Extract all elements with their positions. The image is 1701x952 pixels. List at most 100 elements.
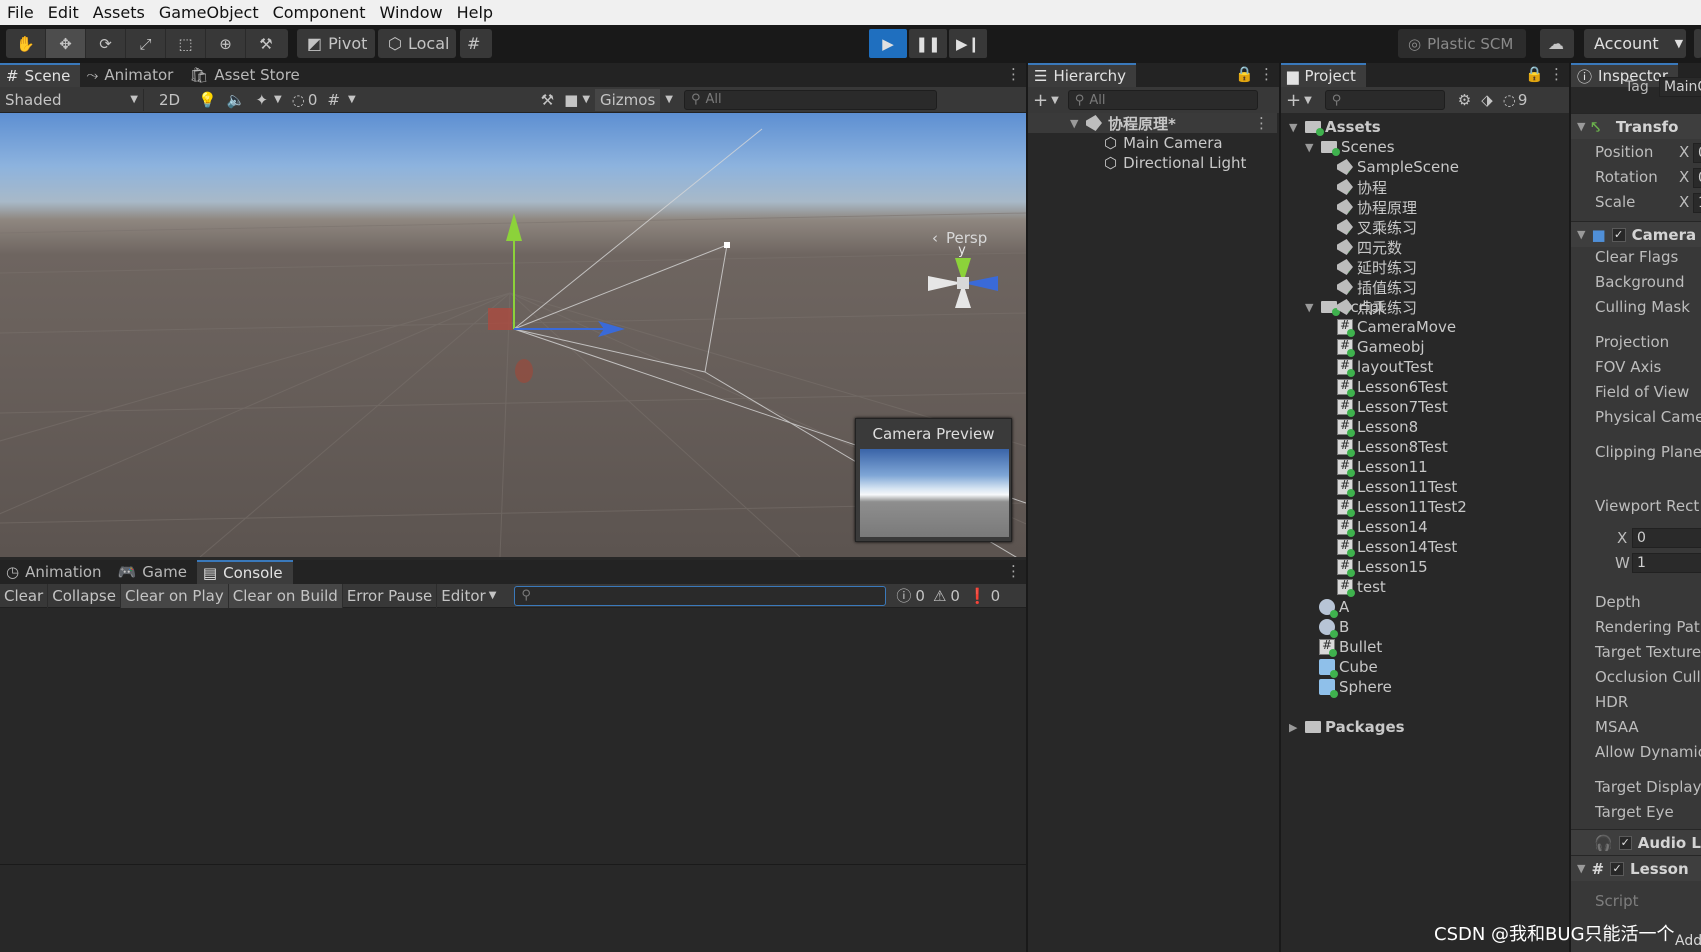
root-asset-item[interactable]: Sphere [1319, 677, 1392, 698]
scenes-folder-row[interactable]: ▼ Scenes [1305, 137, 1395, 157]
clear-on-play-button[interactable]: Clear on Play [120, 583, 229, 608]
tab-animator[interactable]: ⤳ Animator [80, 63, 183, 87]
scene-menu-icon[interactable]: ⋮ [1254, 114, 1269, 132]
scene-asset-item[interactable]: 插值练习 [1337, 277, 1417, 297]
lesson-script-header[interactable]: ▼ # ✓ Lesson [1571, 855, 1701, 881]
warning-filter-toggle[interactable]: ⚠ 0 [929, 584, 964, 608]
tag-dropdown[interactable]: MainC [1659, 77, 1701, 97]
layout-dropdown[interactable] [1694, 29, 1701, 58]
camera-settings[interactable]: ■ ▼ [559, 89, 595, 111]
tab-hierarchy[interactable]: ☰ Hierarchy [1028, 63, 1136, 87]
editor-dropdown[interactable]: Editor ▼ [437, 584, 500, 608]
scene-asset-item[interactable]: 叉乘练习 [1337, 217, 1417, 237]
frustum-handle[interactable] [724, 242, 730, 248]
script-asset-item[interactable]: layoutTest [1337, 357, 1433, 377]
script-asset-item[interactable]: Lesson8Test [1337, 437, 1448, 457]
viewport-x-field[interactable]: 0 [1632, 528, 1701, 548]
expand-arrow-icon[interactable]: ▼ [1289, 121, 1301, 134]
rotate-tool-button[interactable]: ⟳ [86, 29, 126, 58]
script-asset-item[interactable]: Lesson15 [1337, 557, 1428, 577]
transform-tool-button[interactable]: ⊕ [206, 29, 246, 58]
expand-arrow-icon[interactable]: ▶ [1289, 721, 1301, 734]
tab-console[interactable]: ▤ Console [196, 560, 293, 584]
hierarchy-scene-row[interactable]: ▼ 协程原理* ⋮ [1028, 113, 1277, 133]
effects-toggle[interactable]: ✦ ▼ [250, 89, 286, 111]
clear-on-build-button[interactable]: Clear on Build [228, 583, 343, 608]
menu-assets[interactable]: Assets [86, 0, 152, 25]
scene-asset-item[interactable]: 四元数 [1337, 237, 1402, 257]
console-log-area[interactable] [0, 608, 1026, 952]
gizmos-button[interactable]: Gizmos [595, 88, 661, 111]
grid-toggle[interactable]: # ▼ [322, 89, 360, 111]
scene-asset-item[interactable]: 协程 [1337, 177, 1387, 197]
hierarchy-search-input[interactable]: ⚲ All [1067, 90, 1258, 110]
persp-label[interactable]: Persp [946, 229, 987, 247]
collapse-button[interactable]: Collapse [48, 583, 121, 608]
audio-listener-header[interactable]: 🎧 ✓ Audio L [1571, 829, 1701, 855]
root-asset-item[interactable]: A [1319, 597, 1349, 618]
scene-asset-item[interactable]: 协程原理 [1337, 197, 1417, 217]
script-asset-item[interactable]: Lesson8 [1337, 417, 1418, 437]
gizmos-dropdown[interactable]: ▼ [660, 89, 678, 111]
hidden-objects-toggle[interactable]: ◌ 0 [287, 89, 323, 111]
lesson-enabled-checkbox[interactable]: ✓ [1610, 861, 1625, 876]
transform-component-header[interactable]: ▼ ⤣ Transfo [1571, 113, 1701, 139]
pivot-toggle[interactable]: ◩ Pivot [297, 29, 375, 58]
hierarchy-add-button[interactable]: + ▼ [1028, 89, 1064, 111]
lock-icon[interactable]: 🔒 [1525, 65, 1544, 83]
tab-asset-store[interactable]: 🛍 Asset Store [183, 63, 309, 87]
script-asset-item[interactable]: Gameobj [1337, 337, 1425, 357]
script-asset-item[interactable]: Lesson14 [1337, 517, 1428, 537]
script-asset-item[interactable]: Lesson11 [1337, 457, 1428, 477]
lighting-toggle[interactable]: 💡 [193, 89, 222, 111]
log-filter-toggle[interactable]: ⓘ 0 [892, 584, 929, 608]
gizmo-xy-plane[interactable] [488, 308, 512, 330]
custom-tool-button[interactable]: ⚒ [246, 29, 286, 58]
position-x-field[interactable]: 0 [1693, 143, 1701, 163]
camera-enabled-checkbox[interactable]: ✓ [1611, 227, 1626, 242]
error-filter-toggle[interactable]: ❗ 0 [964, 584, 1004, 608]
menu-window[interactable]: Window [372, 0, 449, 25]
add-component-button[interactable]: Add [1675, 933, 1701, 949]
hierarchy-menu-icon[interactable]: ⋮ [1259, 65, 1274, 83]
search-by-type-button[interactable]: ⚙ [1453, 89, 1476, 111]
menu-file[interactable]: File [0, 0, 41, 25]
scene-search-input[interactable]: ⚲ All [684, 89, 937, 110]
hidden-packages-toggle[interactable]: ◌ 9 [1498, 89, 1533, 111]
scale-tool-button[interactable]: ⤢ [126, 29, 166, 58]
grid-snap-button[interactable]: # [460, 29, 492, 58]
move-tool-button[interactable]: ✥ [46, 29, 86, 58]
scene-viewport[interactable]: y ‹ Persp Camera Preview [0, 113, 1026, 557]
script-asset-item[interactable]: Lesson11Test [1337, 477, 1457, 497]
expand-arrow-icon[interactable]: ▼ [1070, 117, 1082, 130]
shading-dropdown[interactable]: Shaded ▼ [0, 88, 144, 111]
script-asset-item[interactable]: test [1337, 577, 1386, 597]
hierarchy-item[interactable]: ⬡ Directional Light [1104, 153, 1246, 173]
pause-button[interactable]: ❚❚ [909, 29, 947, 58]
lock-icon[interactable]: 🔒 [1235, 65, 1254, 83]
tab-project[interactable]: ▆ Project [1281, 63, 1366, 87]
gizmo-x-handle[interactable] [515, 359, 533, 383]
root-asset-item[interactable]: Bullet [1319, 637, 1382, 657]
rotation-x-field[interactable]: 0 [1693, 168, 1701, 188]
play-button[interactable]: ▶ [869, 29, 907, 58]
script-asset-item[interactable]: Lesson11Test2 [1337, 497, 1467, 517]
account-dropdown[interactable]: Account ▼ [1584, 29, 1686, 58]
console-menu-icon[interactable]: ⋮ [1006, 562, 1021, 580]
script-asset-item[interactable]: Lesson14Test [1337, 537, 1457, 557]
project-menu-icon[interactable]: ⋮ [1549, 65, 1564, 83]
project-add-button[interactable]: + ▼ [1281, 89, 1317, 111]
menu-component[interactable]: Component [266, 0, 373, 25]
script-asset-item[interactable]: Lesson7Test [1337, 397, 1448, 417]
project-search-input[interactable]: ⚲ [1324, 90, 1445, 110]
search-by-label-button[interactable]: ⬗ [1476, 89, 1498, 111]
root-asset-item[interactable]: Cube [1319, 657, 1378, 678]
script-asset-item[interactable]: CameraMove [1337, 317, 1456, 337]
expand-arrow-icon[interactable]: ▼ [1305, 141, 1317, 154]
camera-component-header[interactable]: ▼ ■ ✓ Camera [1571, 221, 1701, 247]
script-asset-item[interactable]: Lesson6Test [1337, 377, 1448, 397]
menu-edit[interactable]: Edit [41, 0, 86, 25]
hierarchy-item[interactable]: ⬡ Main Camera [1104, 133, 1223, 153]
expand-arrow-icon[interactable]: ▼ [1305, 301, 1317, 314]
step-button[interactable]: ▶❙ [949, 29, 987, 58]
